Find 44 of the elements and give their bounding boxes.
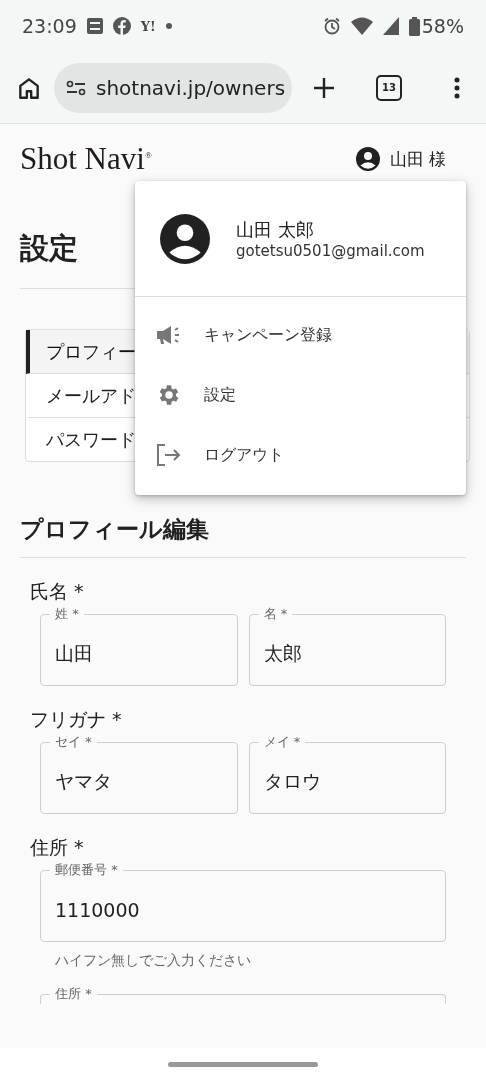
battery-icon [408, 16, 420, 36]
logout-icon [156, 443, 182, 467]
more-menu-icon[interactable] [454, 76, 460, 99]
logo[interactable]: Shot Navi$^{®}$ [20, 141, 152, 177]
wifi-icon [350, 17, 373, 35]
section-title: プロフィール編集 [20, 515, 210, 544]
page-title: 設定 [20, 230, 78, 266]
field-label: 名 * [258, 605, 293, 623]
field-value: 山田 [55, 641, 93, 666]
group-label: フリガナ * [30, 708, 122, 730]
battery-percentage: 58% [421, 15, 464, 37]
menu-item[interactable]: キャンペーン登録 [135, 305, 466, 365]
helper-text: ハイフン無しでご入力ください [54, 951, 252, 970]
field-value: タロウ [263, 769, 321, 794]
address-bar[interactable]: shotnavi.jp/owners [54, 62, 292, 113]
gesture-handle[interactable] [168, 1061, 318, 1067]
site-settings-icon[interactable] [66, 79, 86, 96]
field-value: 太郎 [263, 641, 302, 666]
user-name: 山田 太郎 [236, 217, 315, 242]
tab-count-button[interactable]: 13 [376, 74, 402, 101]
field-label: 姓 * [50, 605, 84, 623]
field-label: 郵便番号 * [50, 861, 123, 879]
user-menu-button[interactable]: 山田 様 [355, 147, 466, 171]
user-avatar-icon [160, 213, 210, 264]
menu-item[interactable]: ログアウト [135, 425, 466, 485]
field-label: メイ * [258, 733, 306, 751]
signal-icon [382, 17, 399, 35]
field-value: 1110000 [55, 899, 140, 921]
app-notification-icon [86, 18, 103, 34]
alarm-icon [322, 17, 341, 35]
clock-time: 23:09 [22, 15, 77, 37]
menu-item[interactable]: 設定 [135, 365, 466, 425]
new-tab-icon[interactable] [312, 75, 336, 100]
notification-text: Y! [140, 18, 156, 34]
user-avatar-icon [355, 147, 380, 171]
facebook-icon [112, 17, 131, 35]
field-label: 住所 * [50, 985, 97, 1003]
field-value: ヤマタ [55, 769, 112, 794]
dot-icon [165, 23, 172, 29]
megaphone-icon [156, 324, 182, 346]
user-email: gotetsu0501@gmail.com [236, 241, 425, 260]
field-label: セイ * [50, 733, 97, 751]
group-label: 氏名 * [30, 580, 84, 602]
group-label: 住所 * [30, 836, 84, 858]
